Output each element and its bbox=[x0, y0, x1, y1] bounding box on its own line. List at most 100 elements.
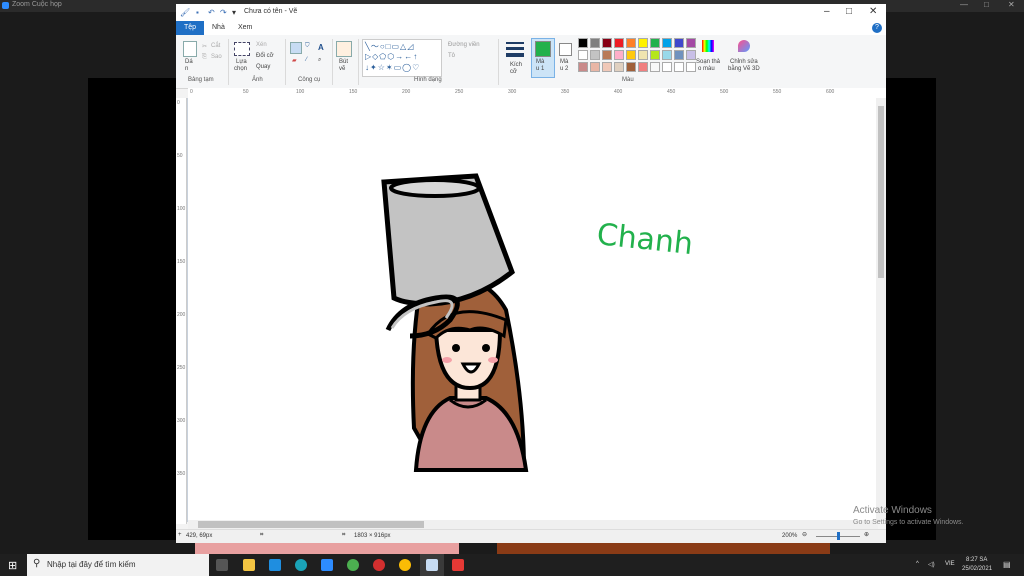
tray-chevron-icon[interactable]: ^ bbox=[916, 561, 919, 567]
palette-swatch[interactable] bbox=[626, 50, 636, 60]
palette-swatch[interactable] bbox=[590, 62, 600, 72]
paint-taskbar-icon[interactable] bbox=[426, 559, 438, 571]
zoom-slider-thumb[interactable] bbox=[837, 532, 840, 540]
palette-swatch[interactable] bbox=[662, 38, 672, 48]
color-picker-icon[interactable]: ⁄ bbox=[306, 57, 307, 63]
magnifier-icon[interactable]: ⌕ bbox=[318, 57, 321, 64]
cut-button[interactable]: Cắt bbox=[211, 43, 220, 49]
save-icon[interactable]: ▪ bbox=[196, 8, 199, 17]
text-icon[interactable]: A bbox=[318, 43, 324, 52]
pencil-icon[interactable] bbox=[290, 42, 302, 54]
separator bbox=[285, 39, 286, 85]
palette-swatch[interactable] bbox=[662, 62, 672, 72]
maximize-icon[interactable]: □ bbox=[984, 0, 989, 9]
tab-file[interactable]: Tệp bbox=[176, 21, 204, 35]
zoom-in-icon[interactable]: ⊕ bbox=[864, 531, 869, 538]
language-indicator[interactable]: VIE bbox=[945, 561, 955, 567]
close-icon[interactable]: ✕ bbox=[1008, 0, 1015, 9]
maximize-icon[interactable]: □ bbox=[846, 6, 852, 17]
palette-swatch[interactable] bbox=[662, 50, 672, 60]
paint3d-icon[interactable] bbox=[738, 40, 750, 52]
shapes-gallery[interactable]: ╲〜○□▭△◿ ▷◇⬠⬡→←↑ ↓✦☆✶▭◯♡ bbox=[362, 39, 442, 77]
tab-home[interactable]: Nhà bbox=[212, 21, 225, 35]
mail-icon[interactable] bbox=[269, 559, 281, 571]
paste-button[interactable]: Dá bbox=[185, 59, 193, 65]
activate-windows-subtitle: Go to Settings to activate Windows. bbox=[853, 519, 964, 526]
palette-swatch[interactable] bbox=[590, 50, 600, 60]
opera-icon[interactable] bbox=[373, 559, 385, 571]
color1-label: Mà bbox=[536, 59, 545, 65]
color2-swatch[interactable] bbox=[559, 43, 572, 56]
palette-swatch[interactable] bbox=[686, 50, 696, 60]
palette-swatch[interactable] bbox=[626, 38, 636, 48]
vertical-scroll-thumb[interactable] bbox=[878, 106, 884, 278]
palette-swatch[interactable] bbox=[650, 38, 660, 48]
palette-swatch[interactable] bbox=[650, 50, 660, 60]
windows-start-icon[interactable]: ⊞ bbox=[8, 559, 17, 572]
palette-swatch[interactable] bbox=[578, 38, 588, 48]
edge-icon[interactable] bbox=[295, 559, 307, 571]
zoom-taskbar-icon[interactable] bbox=[321, 559, 333, 571]
app-icon[interactable] bbox=[452, 559, 464, 571]
brush-icon[interactable] bbox=[336, 41, 352, 57]
palette-swatch[interactable] bbox=[638, 62, 648, 72]
clock-time[interactable]: 8:27 SA bbox=[966, 557, 987, 563]
palette-swatch[interactable] bbox=[674, 50, 684, 60]
clock-date[interactable]: 25/02/2021 bbox=[962, 566, 992, 572]
speaker-icon[interactable]: ◁) bbox=[928, 561, 935, 568]
select-button[interactable]: Lựa bbox=[236, 59, 247, 65]
edit-colors-icon[interactable] bbox=[702, 40, 714, 52]
chrome-icon[interactable] bbox=[399, 559, 411, 571]
palette-swatch[interactable] bbox=[686, 38, 696, 48]
palette-swatch[interactable] bbox=[674, 62, 684, 72]
task-view-icon[interactable] bbox=[216, 559, 228, 571]
close-icon[interactable]: ✕ bbox=[869, 6, 877, 17]
paint3d-button[interactable]: Chỉnh sửa bbox=[730, 59, 758, 65]
fill-icon[interactable]: ⛉ bbox=[305, 43, 310, 50]
palette-swatch[interactable] bbox=[602, 38, 612, 48]
palette-swatch[interactable] bbox=[578, 50, 588, 60]
horizontal-scroll-thumb[interactable] bbox=[198, 521, 424, 528]
resize-button[interactable]: Đổi cỡ bbox=[256, 53, 274, 59]
paste-button-sub: n bbox=[185, 66, 189, 72]
file-explorer-icon[interactable] bbox=[243, 559, 255, 571]
palette-swatch[interactable] bbox=[638, 50, 648, 60]
palette-swatch[interactable] bbox=[626, 62, 636, 72]
palette-swatch[interactable] bbox=[614, 38, 624, 48]
minimize-icon[interactable]: – bbox=[824, 6, 830, 17]
undo-icon[interactable]: ↶ bbox=[208, 8, 215, 17]
select-icon[interactable] bbox=[234, 42, 250, 56]
outline-button[interactable]: Đường viền bbox=[448, 42, 480, 48]
eraser-icon[interactable]: ▰ bbox=[292, 57, 297, 64]
minimize-icon[interactable]: — bbox=[960, 0, 968, 9]
paste-icon[interactable] bbox=[183, 41, 197, 57]
palette-swatch[interactable] bbox=[602, 62, 612, 72]
palette-swatch[interactable] bbox=[686, 62, 696, 72]
help-icon[interactable]: ? bbox=[872, 23, 882, 33]
palette-swatch[interactable] bbox=[638, 38, 648, 48]
tab-view[interactable]: Xem bbox=[238, 21, 252, 35]
palette-swatch[interactable] bbox=[614, 62, 624, 72]
size-button-sub: cỡ bbox=[510, 69, 517, 75]
fill-button[interactable]: Tô bbox=[448, 53, 455, 59]
edit-colors-button[interactable]: Soạn thả bbox=[696, 59, 720, 65]
rotate-button[interactable]: Quay bbox=[256, 64, 270, 70]
customize-qa-icon[interactable]: ▾ bbox=[232, 8, 236, 17]
copy-button[interactable]: Sao bbox=[211, 54, 222, 60]
crop-button[interactable]: Xén bbox=[256, 42, 267, 48]
redo-icon[interactable]: ↷ bbox=[220, 8, 227, 17]
copy-icon: ⎘ bbox=[202, 54, 207, 60]
zoom-out-icon[interactable]: ⊖ bbox=[802, 531, 807, 538]
notification-icon[interactable]: ▤ bbox=[1003, 560, 1011, 569]
drawing-canvas[interactable]: Chanh bbox=[188, 98, 876, 520]
palette-swatch[interactable] bbox=[674, 38, 684, 48]
brushes-button[interactable]: Bút bbox=[339, 59, 348, 65]
app-icon[interactable] bbox=[347, 559, 359, 571]
palette-swatch[interactable] bbox=[578, 62, 588, 72]
palette-swatch[interactable] bbox=[614, 50, 624, 60]
size-button[interactable]: Kích bbox=[510, 62, 522, 68]
taskbar-search[interactable]: ⚲ Nhập tại đây để tìm kiếm bbox=[27, 554, 209, 576]
palette-swatch[interactable] bbox=[650, 62, 660, 72]
palette-swatch[interactable] bbox=[590, 38, 600, 48]
palette-swatch[interactable] bbox=[602, 50, 612, 60]
